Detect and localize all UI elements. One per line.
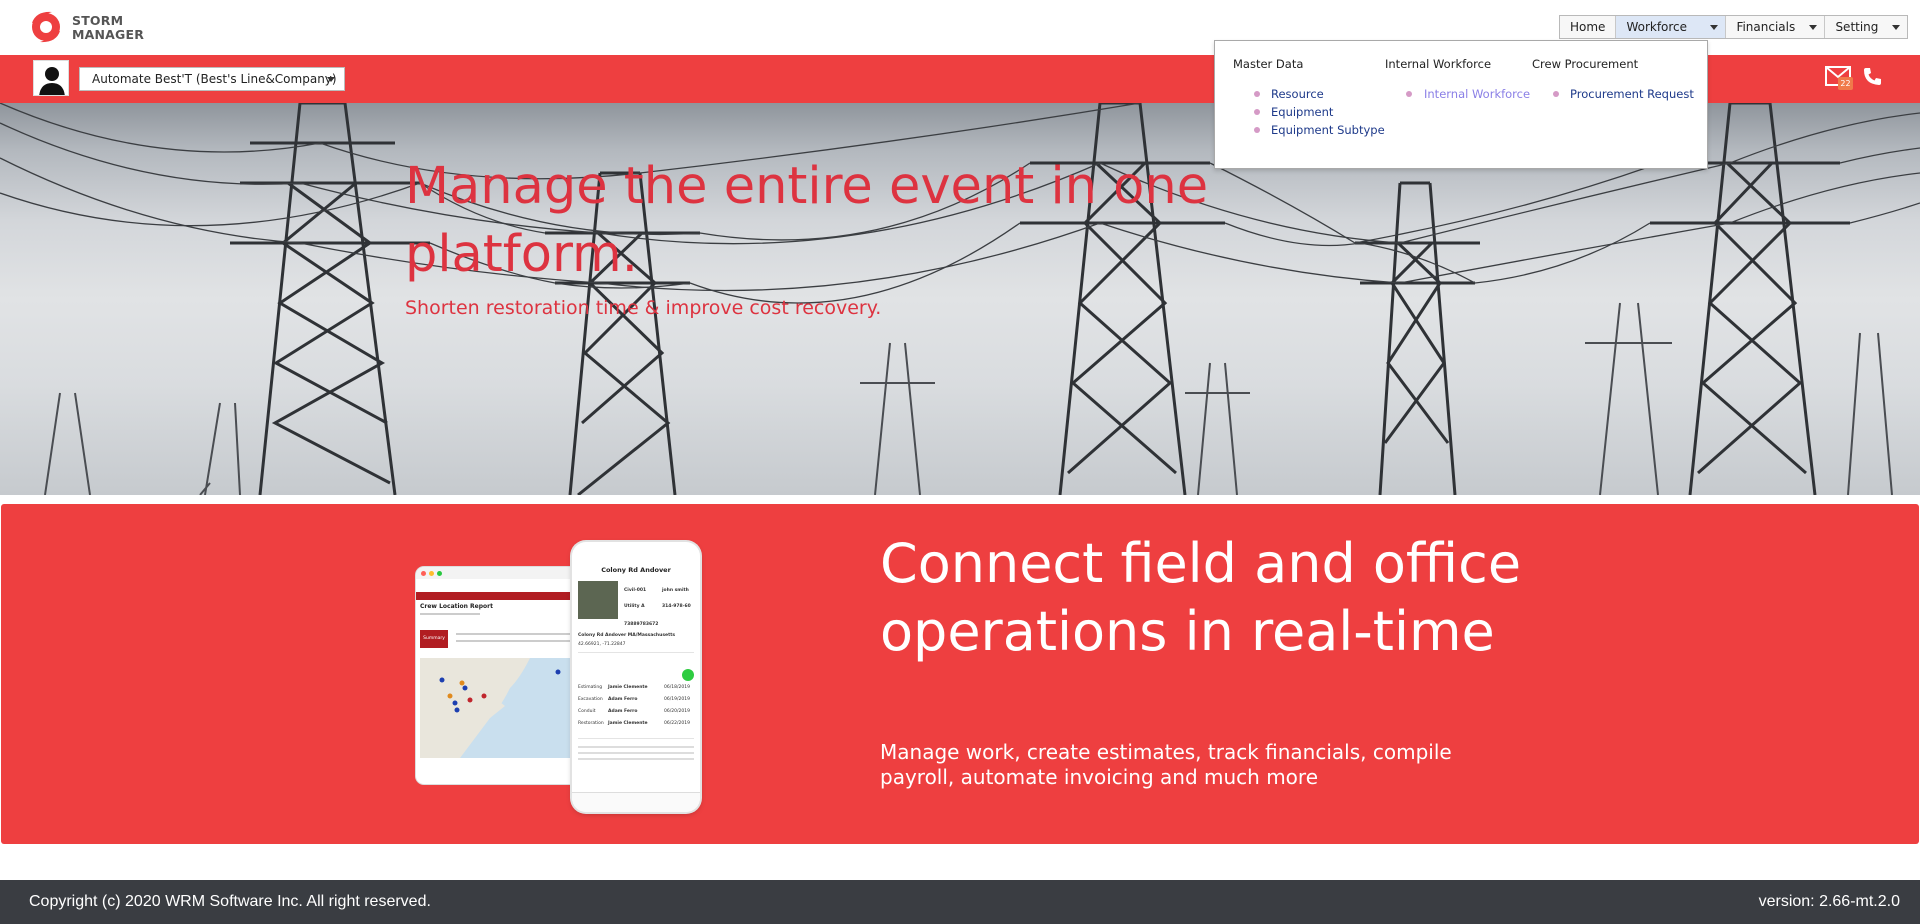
tablet-text-line: [456, 640, 576, 642]
phone-button[interactable]: [1862, 67, 1884, 89]
menu-column-internal-workforce: Internal Workforce Internal Workforce: [1385, 57, 1530, 103]
bullet-icon: [1406, 91, 1412, 97]
menu-item-label: Internal Workforce: [1424, 87, 1531, 101]
menu-column-master-data: Master Data Resource Equipment Equipment…: [1233, 57, 1385, 139]
caret-down-icon: [1809, 25, 1818, 30]
nav-financials-label: Financials: [1736, 20, 1796, 34]
brand-logo[interactable]: STORM MANAGER: [28, 9, 144, 47]
mail-button[interactable]: 22: [1825, 66, 1855, 92]
phone-site-photo: [578, 581, 618, 619]
phone-row-type: Restoration: [578, 721, 604, 726]
phone-coords: 42.66921, -71.22847: [578, 642, 626, 647]
menu-item-procurement-request[interactable]: Procurement Request: [1532, 85, 1694, 103]
caret-down-icon: [327, 77, 335, 82]
add-icon: [682, 669, 694, 681]
menu-heading: Internal Workforce: [1385, 57, 1492, 71]
menu-heading: Crew Procurement: [1532, 57, 1639, 71]
nav-workforce[interactable]: Workforce: [1616, 16, 1727, 38]
menu-item-label: Procurement Request: [1570, 87, 1694, 101]
menu-column-crew-procurement: Crew Procurement Procurement Request: [1532, 57, 1694, 103]
banner-subtitle: Manage work, create estimates, track fin…: [880, 740, 1452, 789]
phone-text-line: [578, 752, 694, 754]
brand-name: STORM MANAGER: [72, 14, 144, 42]
top-navigation: Home Workforce Financials Setting: [1559, 15, 1909, 39]
window-dot-icon: [437, 571, 442, 576]
bullet-icon: [1254, 91, 1260, 97]
window-dot-icon: [429, 571, 434, 576]
hero-subtitle: Shorten restoration time & improve cost …: [405, 297, 882, 319]
copyright-text: Copyright (c) 2020 WRM Software Inc. All…: [29, 893, 431, 910]
phone-number: 314-978-60: [662, 604, 691, 609]
phone-title: Colony Rd Andover: [601, 566, 671, 574]
nav-workforce-label: Workforce: [1626, 20, 1688, 34]
phone-row-type: Estimating: [578, 685, 603, 690]
phone-user: john smith: [662, 588, 689, 593]
window-dot-icon: [421, 571, 426, 576]
tablet-text-line: [420, 613, 480, 615]
user-avatar-icon[interactable]: [33, 60, 69, 96]
menu-heading: Master Data: [1233, 57, 1304, 71]
storm-manager-logo-icon: [32, 11, 60, 43]
phone-divider: [578, 652, 694, 653]
menu-item-equipment-subtype[interactable]: Equipment Subtype: [1233, 121, 1385, 139]
phone-row-name: Adam Ferro: [608, 697, 638, 702]
menu-item-equipment[interactable]: Equipment: [1233, 103, 1385, 121]
menu-item-internal-workforce[interactable]: Internal Workforce: [1385, 85, 1530, 103]
feature-banner: Crew Location Report Summary Colony Rd A…: [1, 504, 1919, 844]
phone-row-type: Excavation: [578, 697, 603, 702]
workforce-dropdown-menu: Master Data Resource Equipment Equipment…: [1214, 40, 1708, 169]
phone-screenshot: Colony Rd Andover Civil-001 john smith U…: [572, 542, 700, 812]
caret-down-icon: [1892, 25, 1901, 30]
phone-utility: Utility A: [624, 604, 645, 609]
nav-home-label: Home: [1570, 20, 1606, 34]
phone-row-date: 06/19/2019: [664, 697, 690, 702]
company-select[interactable]: Automate Best'T (Best's Line&Company): [79, 67, 345, 91]
banner-title: Connect field and office operations in r…: [880, 532, 1522, 663]
phone-tab-bar: [572, 792, 700, 812]
menu-item-label: Equipment: [1271, 105, 1334, 119]
phone-row-name: Jamie Clemente: [608, 721, 648, 726]
nav-setting-label: Setting: [1835, 20, 1879, 34]
brand-line-1: STORM: [72, 13, 124, 28]
tablet-report-title: Crew Location Report: [420, 603, 493, 610]
brand-line-2: MANAGER: [72, 27, 145, 42]
company-select-value: Automate Best'T (Best's Line&Company): [92, 72, 337, 86]
menu-item-label: Resource: [1271, 87, 1324, 101]
version-text: version: 2.66-mt.2.0: [1758, 893, 1900, 910]
phone-row-name: Adam Ferro: [608, 709, 638, 714]
phone-row-name: Jamie Clemente: [608, 685, 648, 690]
mail-count-badge: 22: [1838, 77, 1853, 90]
menu-item-label: Equipment Subtype: [1271, 123, 1385, 137]
nav-financials[interactable]: Financials: [1726, 16, 1826, 38]
phone-id: Civil-001: [624, 588, 647, 593]
hero-title: Manage the entire event in one platform.: [405, 157, 1209, 284]
menu-item-resource[interactable]: Resource: [1233, 85, 1385, 103]
bullet-icon: [1254, 109, 1260, 115]
phone-icon: [1864, 68, 1881, 85]
bullet-icon: [1254, 127, 1260, 133]
phone-ticket: 73889783672: [624, 622, 659, 627]
phone-text-line: [578, 758, 694, 760]
footer: Copyright (c) 2020 WRM Software Inc. All…: [0, 880, 1920, 924]
nav-setting[interactable]: Setting: [1825, 16, 1907, 38]
phone-row-type: Conduit: [578, 709, 596, 714]
phone-row-date: 06/20/2019: [664, 709, 690, 714]
nav-home[interactable]: Home: [1560, 16, 1617, 38]
phone-address: Colony Rd Andover MA/Massachusetts: [578, 633, 676, 638]
caret-down-icon: [1710, 25, 1719, 30]
phone-row-date: 06/22/2019: [664, 721, 690, 726]
phone-row-date: 06/18/2019: [664, 685, 690, 690]
tablet-summary-button: Summary: [420, 630, 448, 648]
phone-text-line: [578, 746, 694, 748]
bullet-icon: [1553, 91, 1559, 97]
phone-divider: [578, 738, 694, 739]
